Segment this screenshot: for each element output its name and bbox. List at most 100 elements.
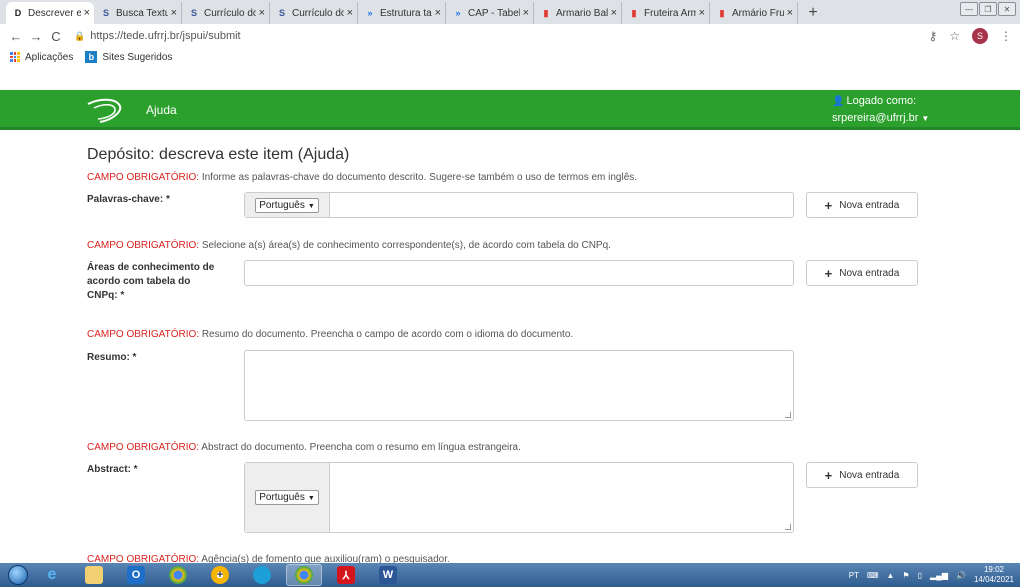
- tab-favicon-icon: S: [278, 8, 285, 18]
- tab-title: Estrutura ta: [380, 7, 432, 19]
- tab-favicon-icon: S: [102, 8, 109, 18]
- select-arrow-icon: ▼: [307, 495, 315, 502]
- page-title: Depósito: descreva este item (Ajuda): [87, 146, 350, 163]
- tab-close-icon[interactable]: ×: [787, 7, 793, 19]
- tab-close-icon[interactable]: ×: [259, 7, 265, 19]
- word-icon[interactable]: W: [370, 564, 406, 586]
- add-abstract-button[interactable]: + Nova entrada: [806, 462, 918, 488]
- tab-title: Currículo do: [204, 7, 256, 19]
- ufrrj-logo-icon[interactable]: [86, 96, 126, 124]
- tab-close-icon[interactable]: ×: [611, 7, 617, 19]
- add-keyword-button[interactable]: + Nova entrada: [806, 192, 918, 218]
- minimize-icon[interactable]: —: [960, 2, 978, 16]
- select-arrow-icon: ▼: [307, 202, 315, 210]
- language-select[interactable]: Português ▼: [255, 197, 319, 213]
- url-field[interactable]: 🔒 https://tede.ufrrj.br/jspui/submit: [74, 30, 928, 42]
- maximize-icon[interactable]: ❐: [979, 2, 997, 16]
- tab-close-icon[interactable]: ×: [699, 7, 705, 19]
- tab-close-icon[interactable]: ×: [84, 7, 90, 19]
- tab-title: Armario Bal: [556, 7, 608, 19]
- site-header: Ajuda 👤 Logado como: srpereira@ufrrj.br ▼: [0, 90, 1020, 130]
- tab-title: Descrever es: [28, 7, 81, 19]
- address-bar-area: ← → C 🔒 https://tede.ufrrj.br/jspui/subm…: [0, 24, 1020, 66]
- tab-title: Armário Fru: [732, 7, 784, 19]
- caret-down-icon: ▼: [921, 114, 930, 123]
- field-label: Áreas de conhecimento de acordo com tabe…: [87, 262, 215, 301]
- menu-icon[interactable]: ⋮: [1000, 29, 1012, 43]
- required-hint: CAMPO OBRIGATÓRIO: Selecione a(s) área(s…: [87, 240, 611, 251]
- help-link[interactable]: Ajuda: [146, 103, 177, 117]
- field-label: Palavras-chave: *: [87, 194, 170, 205]
- bing-icon: b: [85, 51, 98, 63]
- bookmark-sites[interactable]: b Sites Sugeridos: [85, 51, 172, 63]
- plus-icon: +: [824, 467, 833, 483]
- close-window-icon[interactable]: ✕: [998, 2, 1016, 16]
- field-label: Resumo: *: [87, 352, 137, 363]
- resize-grip-icon[interactable]: [785, 524, 791, 530]
- abstract-pt-textarea[interactable]: [244, 350, 794, 421]
- tab-favicon-icon: ▮: [719, 7, 725, 18]
- window-controls: — ❐ ✕: [960, 2, 1016, 16]
- plus-icon: +: [824, 265, 833, 281]
- required-hint: CAMPO OBRIGATÓRIO: Resumo do documento. …: [87, 329, 574, 340]
- language-select-wrapper: Português ▼: [245, 193, 330, 217]
- required-hint: CAMPO OBRIGATÓRIO: Abstract do documento…: [87, 442, 521, 453]
- tab-favicon-icon: S: [190, 8, 197, 18]
- knowledge-area-input[interactable]: [244, 260, 794, 286]
- tab-close-icon[interactable]: ×: [171, 7, 177, 19]
- back-icon[interactable]: ←: [6, 26, 26, 46]
- chrome-icon[interactable]: [160, 564, 196, 586]
- tray-arrow-icon[interactable]: ▲: [887, 571, 895, 580]
- url-text: https://tede.ufrrj.br/jspui/submit: [90, 30, 241, 42]
- tab-favicon-icon: »: [367, 8, 373, 18]
- file-explorer-icon[interactable]: [76, 564, 112, 586]
- internet-explorer-icon[interactable]: e: [34, 564, 70, 586]
- edge-icon[interactable]: [244, 564, 280, 586]
- volume-icon[interactable]: 🔊: [956, 571, 966, 580]
- tab-close-icon[interactable]: ×: [435, 7, 441, 19]
- tab-favicon-icon: D: [14, 8, 22, 18]
- user-icon: 👤: [832, 96, 845, 107]
- star-icon[interactable]: ☆: [949, 29, 960, 43]
- browser-tab[interactable]: » Estrutura ta ×: [358, 2, 446, 24]
- language-select[interactable]: Português ▼: [255, 490, 319, 505]
- browser-tab[interactable]: ▮ Armario Bal ×: [534, 2, 622, 24]
- keyboard-icon[interactable]: ⌨: [867, 571, 879, 580]
- resize-grip-icon[interactable]: [785, 412, 791, 418]
- browser-tab[interactable]: S Currículo do ×: [182, 2, 270, 24]
- bookmark-apps[interactable]: Aplicações: [10, 52, 73, 63]
- tab-favicon-icon: »: [455, 8, 461, 18]
- forward-icon[interactable]: →: [26, 26, 46, 46]
- signal-icon[interactable]: ▂▄▆: [930, 571, 948, 580]
- keywords-input[interactable]: Português ▼: [244, 192, 794, 218]
- required-hint: CAMPO OBRIGATÓRIO: Informe as palavras-c…: [87, 172, 638, 183]
- language-indicator[interactable]: PT: [849, 571, 859, 580]
- browser-tab[interactable]: S Busca Textu ×: [94, 2, 182, 24]
- chrome-canary-icon[interactable]: +: [202, 564, 238, 586]
- language-select-wrapper: Português ▼: [245, 463, 330, 532]
- add-area-button[interactable]: + Nova entrada: [806, 260, 918, 286]
- new-tab-button[interactable]: +: [802, 2, 824, 24]
- outlook-icon[interactable]: O: [118, 564, 154, 586]
- acrobat-icon[interactable]: ⅄: [328, 564, 364, 586]
- browser-tab[interactable]: D Descrever es×: [6, 2, 94, 24]
- battery-icon[interactable]: ▯: [918, 571, 922, 580]
- start-button[interactable]: [8, 565, 28, 585]
- browser-tab[interactable]: ▮ Armário Fru ×: [710, 2, 798, 24]
- chrome-active-icon[interactable]: [286, 564, 322, 586]
- lock-icon: 🔒: [74, 30, 86, 41]
- key-icon[interactable]: ⚷: [928, 29, 937, 43]
- user-menu[interactable]: 👤 Logado como: srpereira@ufrrj.br ▼: [832, 93, 929, 127]
- windows-taskbar: e O + ⅄ W PT ⌨ ▲ ⚑ ▯ ▂▄▆ 🔊 19:02 14/04/2…: [0, 563, 1020, 587]
- tab-close-icon[interactable]: ×: [347, 7, 353, 19]
- browser-tab[interactable]: » CAP - Tabel ×: [446, 2, 534, 24]
- abstract-foreign-textarea[interactable]: Português ▼: [244, 462, 794, 533]
- browser-tab[interactable]: ▮ Fruteira Arm ×: [622, 2, 710, 24]
- reload-icon[interactable]: C: [46, 26, 66, 46]
- tab-title: Currículo do: [292, 7, 344, 19]
- tab-close-icon[interactable]: ×: [523, 7, 529, 19]
- profile-avatar[interactable]: S: [972, 28, 988, 44]
- browser-tab[interactable]: S Currículo do ×: [270, 2, 358, 24]
- flag-icon[interactable]: ⚑: [902, 571, 909, 580]
- clock[interactable]: 19:02 14/04/2021: [974, 565, 1014, 585]
